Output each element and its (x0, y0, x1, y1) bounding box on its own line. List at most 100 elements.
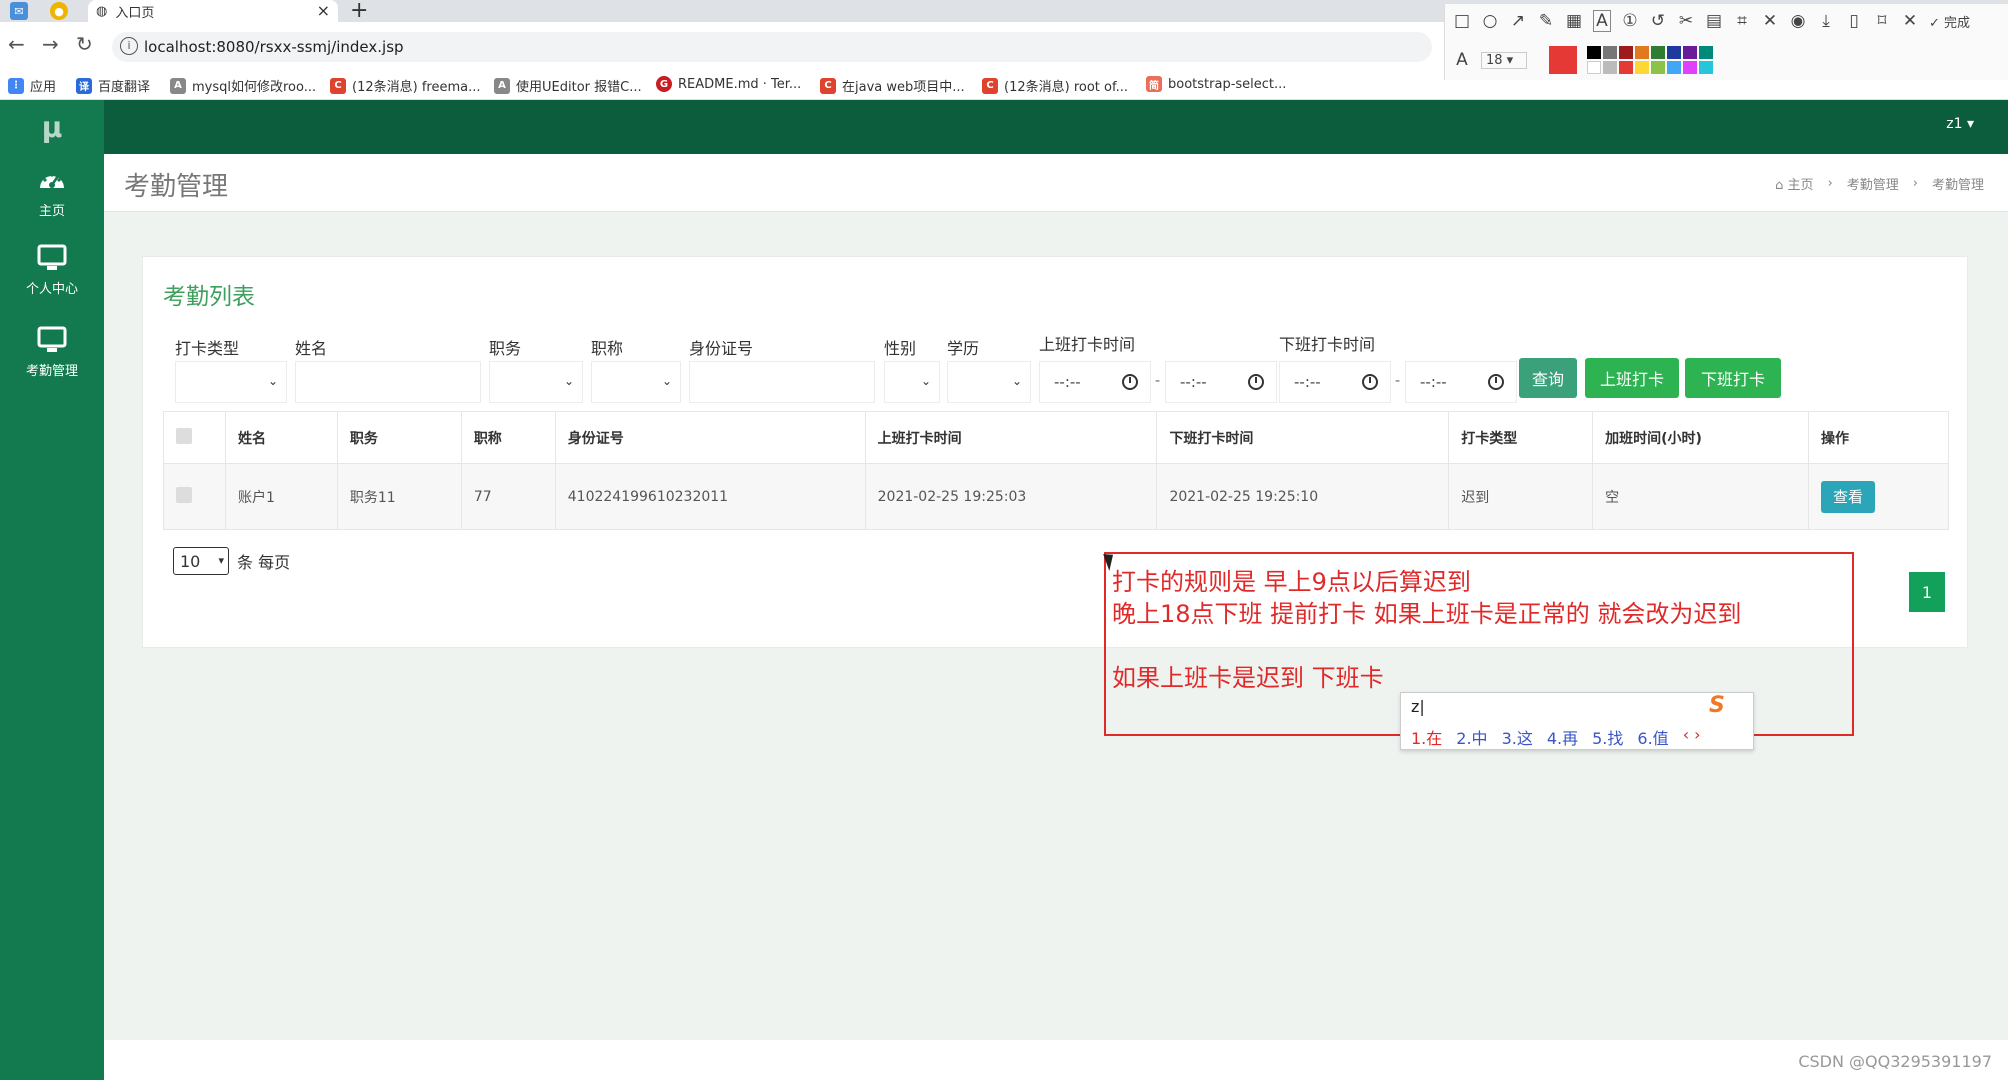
breadcrumb-item: 考勤管理 (1931, 178, 1984, 193)
name-input[interactable] (295, 361, 481, 403)
reload-icon[interactable]: ↻ (76, 32, 93, 56)
bookmark-item[interactable]: 简 bootstrap-select... (1146, 76, 1286, 92)
bookmark-item[interactable]: A 使用UEditor 报错C... (494, 76, 642, 95)
sidebar-item-home[interactable]: 主页 (0, 166, 104, 219)
breadcrumb: ⌂ 主页 › 考勤管理 › 考勤管理 (1775, 174, 1984, 193)
color-palette[interactable] (1587, 46, 1713, 74)
clock-icon[interactable] (1122, 374, 1138, 390)
app-logo[interactable]: μ (0, 100, 104, 154)
arrow-tool-icon[interactable]: ↗ (1509, 11, 1527, 31)
mosaic-tool-icon[interactable]: ▦ (1565, 11, 1583, 31)
download-icon[interactable]: ⤓ (1817, 11, 1835, 31)
ime-candidate[interactable]: 1.在 (1411, 725, 1442, 749)
page-size-control: 10 ▾ 条 每页 (173, 547, 290, 575)
record-icon[interactable]: ◉ (1789, 11, 1807, 31)
chevron-down-icon: ⌄ (563, 374, 574, 388)
bookmark-item[interactable]: G README.md · Ter... (656, 76, 801, 92)
clock-icon[interactable] (1362, 374, 1378, 390)
education-select[interactable]: ⌄ (947, 361, 1031, 403)
bookmark-label: (12条消息) root of... (1004, 80, 1128, 95)
sidebar-item-profile[interactable]: 个人中心 (0, 244, 104, 297)
close-icon[interactable]: ✕ (1901, 11, 1919, 31)
punch-type-select[interactable]: ⌄ (175, 361, 287, 403)
title-select[interactable]: ⌄ (591, 361, 681, 403)
forward-icon[interactable]: → (42, 32, 59, 56)
tab-title: 入口页 (115, 5, 155, 21)
cell-name: 账户1 (224, 463, 338, 530)
close-tab-icon[interactable]: × (317, 1, 330, 20)
breadcrumb-home[interactable]: ⌂ 主页 (1775, 174, 1813, 193)
cell-id-number: 410224199610232011 (554, 463, 866, 530)
row-checkbox[interactable] (163, 463, 226, 530)
cell-clock-in: 2021-02-25 19:25:03 (864, 463, 1158, 530)
tab-active[interactable]: ◍ 入口页 × (88, 0, 338, 22)
info-icon[interactable]: i (120, 37, 138, 55)
new-tab-button[interactable]: + (350, 0, 368, 23)
select-all-checkbox[interactable] (163, 411, 226, 464)
sidebar-item-attendance[interactable]: 考勤管理 (0, 326, 104, 379)
pin-icon[interactable]: ✕ (1761, 11, 1779, 31)
clock-out-start-input[interactable]: --:-- (1279, 361, 1391, 403)
mail-icon[interactable]: ✉ (10, 2, 28, 20)
column-header: 身份证号 (554, 411, 866, 464)
clock-icon[interactable] (1488, 374, 1504, 390)
cell-title: 77 (460, 463, 556, 530)
clock-in-end-input[interactable]: --:-- (1165, 361, 1277, 403)
font-size-select[interactable]: 18 ▾ (1481, 51, 1527, 69)
view-button[interactable]: 查看 (1820, 480, 1875, 513)
monitor-icon (37, 326, 67, 352)
current-color-swatch[interactable] (1549, 46, 1577, 74)
bookmark-item[interactable]: C (12条消息) root of... (982, 76, 1128, 95)
ime-candidate[interactable]: 3.这 (1502, 725, 1533, 749)
ime-candidate[interactable]: 6.值 (1637, 725, 1668, 749)
breadcrumb-item[interactable]: 考勤管理 (1847, 174, 1899, 193)
clock-in-button[interactable]: 上班打卡 (1585, 358, 1679, 398)
ocr-icon[interactable]: ⌗ (1733, 11, 1751, 31)
clock-out-end-input[interactable]: --:-- (1405, 361, 1517, 403)
bookmark-item[interactable]: C (12条消息) freema... (330, 76, 480, 95)
bookmark-save-icon[interactable]: ⌑ (1873, 11, 1891, 31)
user-menu[interactable]: z1 ▾ (1946, 116, 1974, 132)
chrome-icon[interactable]: ● (50, 2, 68, 20)
number-tool-icon[interactable]: ① (1621, 11, 1639, 31)
pagination-page-1[interactable]: 1 (1909, 572, 1945, 612)
url-input[interactable]: i localhost:8080/rsxx-ssmj/index.jsp (112, 32, 1432, 62)
undo-icon[interactable]: ↺ (1649, 11, 1667, 31)
text-tool-icon[interactable]: A (1593, 10, 1611, 32)
bookmark-item[interactable]: C 在java web项目中... (820, 76, 965, 95)
filter-label-id-number: 身份证号 (689, 339, 754, 358)
footer-strip (104, 1040, 2008, 1080)
back-icon[interactable]: ← (8, 32, 25, 56)
bookmark-item[interactable]: A mysql如何修改roo... (170, 76, 316, 95)
monitor-icon (37, 244, 67, 270)
clock-out-button[interactable]: 下班打卡 (1685, 358, 1781, 398)
breadcrumb-label: 主页 (1787, 178, 1814, 193)
translate-icon[interactable]: ▤ (1705, 11, 1723, 31)
checkbox-icon (176, 427, 192, 444)
pen-tool-icon[interactable]: ✎ (1537, 11, 1555, 31)
clock-icon[interactable] (1248, 374, 1264, 390)
ime-page-arrows-icon[interactable]: ‹ › (1683, 725, 1701, 749)
done-button[interactable]: ✓ 完成 (1929, 12, 1970, 31)
ellipse-tool-icon[interactable]: ○ (1481, 11, 1499, 31)
rectangle-tool-icon[interactable]: □ (1453, 11, 1471, 31)
ime-candidate-window[interactable]: z| S 1.在 2.中 3.这 4.再 5.找 6.值 ‹ › (1400, 692, 1754, 750)
bookmark-item[interactable]: 译 百度翻译 (76, 76, 150, 95)
sogou-logo-icon: S (1709, 693, 1725, 718)
id-number-input[interactable] (689, 361, 875, 403)
attendance-table: 姓名 职务 职称 身份证号 上班打卡时间 下班打卡时间 打卡类型 加班时间(小时… (163, 411, 1950, 530)
gitee-icon: G (656, 76, 672, 92)
clock-in-start-input[interactable]: --:-- (1039, 361, 1151, 403)
ime-candidate[interactable]: 2.中 (1456, 725, 1487, 749)
gender-select[interactable]: ⌄ (884, 361, 940, 403)
query-button[interactable]: 查询 (1519, 358, 1577, 398)
page-size-select[interactable]: 10 ▾ (173, 547, 229, 575)
scissors-icon[interactable]: ✂ (1677, 11, 1695, 31)
phone-icon[interactable]: ▯ (1845, 11, 1863, 31)
position-select[interactable]: ⌄ (489, 361, 583, 403)
screenshot-toolbar: □ ○ ↗ ✎ ▦ A ① ↺ ✂ ▤ ⌗ ✕ ◉ ⤓ ▯ ⌑ ✕ ✓ 完成 A… (1444, 4, 2008, 80)
ime-candidate[interactable]: 5.找 (1592, 725, 1623, 749)
chevron-down-icon: ⌄ (1011, 374, 1022, 388)
bookmark-item[interactable]: ⋮ 应用 (8, 76, 56, 95)
ime-candidate[interactable]: 4.再 (1547, 725, 1578, 749)
